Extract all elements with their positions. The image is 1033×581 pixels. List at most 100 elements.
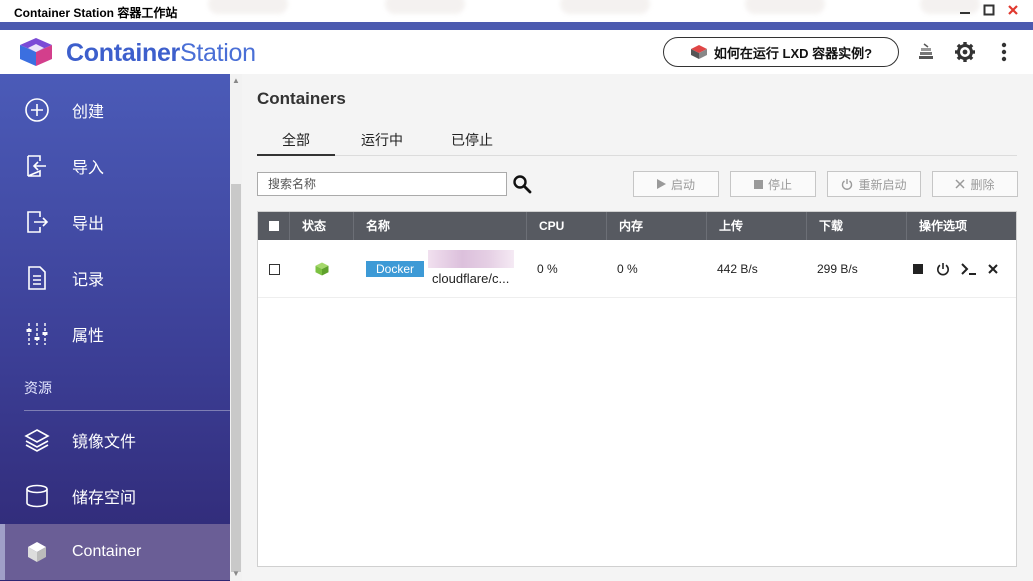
table-header: 状态 名称 CPU 内存 上传 下载 操作选项 (258, 212, 1016, 240)
scroll-up-icon[interactable]: ▲ (232, 77, 240, 85)
tab-bar: 全部 运行中 已停止 (257, 130, 1017, 156)
import-icon (24, 153, 50, 179)
document-icon (24, 265, 50, 291)
download-value: 299 B/s (817, 262, 858, 276)
status-cell (315, 240, 329, 298)
container-name[interactable]: cloudflare/c... (432, 271, 509, 286)
sidebar-section-resources: 资源 (24, 380, 52, 396)
lxd-help-label: 如何在运行 LXD 容器实例? (713, 45, 873, 61)
select-all-checkbox[interactable] (269, 221, 279, 231)
maximize-button[interactable] (981, 3, 997, 19)
restart-label: 重新启动 (858, 177, 907, 192)
cpu-value: 0 % (537, 262, 558, 276)
sidebar-item-label: 创建 (72, 104, 105, 121)
close-window-button[interactable] (1005, 3, 1021, 19)
minimize-button[interactable] (957, 3, 973, 19)
col-upload[interactable]: 上传 (707, 212, 807, 240)
stop-icon (753, 179, 763, 189)
tab-stopped[interactable]: 已停止 (433, 130, 511, 156)
stop-icon (913, 264, 923, 274)
more-vertical-icon (1001, 42, 1007, 62)
sidebar-item-label: 镜像文件 (72, 434, 137, 451)
col-cpu[interactable]: CPU (527, 212, 607, 240)
main-content: Containers 全部 运行中 已停止 启动 停止 重新启动 删除 (242, 74, 1033, 581)
col-download[interactable]: 下载 (807, 212, 907, 240)
scrollbar-thumb[interactable] (231, 184, 241, 572)
start-button[interactable]: 启动 (633, 171, 719, 197)
table-row[interactable]: Docker cloudflare/c... 0 % 0 % 442 B/s 2… (258, 240, 1016, 298)
close-icon (988, 264, 998, 274)
minimize-icon (960, 12, 970, 14)
sidebar-item-label: 导入 (72, 160, 105, 177)
delete-label: 删除 (970, 177, 995, 192)
book-stack-button[interactable] (914, 40, 938, 64)
sidebar-item-create[interactable]: 创建 (0, 82, 230, 138)
window-title: Container Station 容器工作站 (14, 6, 178, 20)
more-options-button[interactable] (992, 40, 1016, 64)
app-header: ContainerStation 如何在运行 LXD 容器实例? (0, 30, 1033, 74)
restart-button[interactable]: 重新启动 (827, 171, 921, 197)
app-window: Container Station 容器工作站 ContainerStation (0, 0, 1033, 581)
row-checkbox[interactable] (269, 263, 280, 275)
stop-button[interactable]: 停止 (730, 171, 816, 197)
sidebar-item-images[interactable]: 镜像文件 (0, 412, 230, 468)
sidebar: 创建 导入 导出 记录 属性 资源 镜像文件 储存空间 Container (0, 74, 230, 581)
sidebar-item-label: Container (72, 543, 142, 560)
search-input[interactable] (257, 172, 507, 196)
close-icon (955, 179, 966, 189)
export-icon (24, 209, 50, 235)
containers-table: 状态 名称 CPU 内存 上传 下载 操作选项 Docker cloudflar… (257, 211, 1017, 567)
plus-circle-icon (24, 97, 50, 123)
col-name[interactable]: 名称 (354, 212, 527, 240)
memory-value: 0 % (617, 262, 638, 276)
col-ops: 操作选项 (919, 219, 968, 233)
sidebar-item-export[interactable]: 导出 (0, 194, 230, 250)
sidebar-item-import[interactable]: 导入 (0, 138, 230, 194)
brand-name: ContainerStation (66, 39, 256, 67)
upload-value: 442 B/s (717, 262, 758, 276)
lxd-help-button[interactable]: 如何在运行 LXD 容器实例? (663, 37, 899, 67)
database-icon (24, 483, 50, 509)
cube-icon (24, 539, 50, 565)
accent-bar (0, 22, 1033, 30)
row-select-cell (269, 240, 280, 298)
sidebar-item-logs[interactable]: 记录 (0, 250, 230, 306)
sidebar-item-storage[interactable]: 储存空间 (0, 468, 230, 524)
sidebar-item-label: 属性 (72, 328, 105, 345)
page-title: Containers (257, 89, 346, 108)
redacted-name-block (428, 250, 514, 268)
restart-container-button[interactable] (935, 261, 951, 277)
close-icon (1008, 5, 1018, 15)
remove-container-button[interactable] (985, 261, 1001, 277)
settings-button[interactable] (953, 40, 977, 64)
running-status-icon (315, 262, 329, 276)
sidebar-divider (24, 410, 230, 411)
sidebar-item-label: 储存空间 (72, 490, 137, 507)
power-icon (842, 179, 853, 190)
scroll-down-icon[interactable]: ▼ (232, 570, 240, 578)
col-status[interactable]: 状态 (290, 212, 354, 240)
title-bar: Container Station 容器工作站 (0, 0, 1033, 22)
book-stack-icon (919, 43, 933, 59)
sidebar-scrollbar[interactable]: ▲ ▼ (230, 74, 242, 581)
delete-button[interactable]: 删除 (932, 171, 1018, 197)
stop-container-button[interactable] (910, 261, 926, 277)
sidebar-item-label: 记录 (72, 272, 105, 289)
stop-label: 停止 (767, 177, 792, 192)
power-icon (937, 263, 949, 276)
sidebar-item-container[interactable]: Container (0, 524, 230, 580)
gear-icon (955, 42, 975, 62)
terminal-icon (961, 263, 976, 275)
layers-icon (24, 427, 50, 453)
sidebar-item-properties[interactable]: 属性 (0, 306, 230, 362)
play-icon (656, 179, 666, 189)
start-label: 启动 (670, 177, 695, 192)
sidebar-item-label: 导出 (72, 216, 105, 233)
terminal-button[interactable] (960, 261, 978, 277)
tab-all[interactable]: 全部 (257, 130, 335, 156)
sliders-icon (24, 321, 50, 347)
col-memory[interactable]: 内存 (607, 212, 707, 240)
tab-running[interactable]: 运行中 (343, 130, 421, 156)
stack-box-icon (690, 45, 707, 59)
search-icon[interactable] (512, 174, 532, 194)
